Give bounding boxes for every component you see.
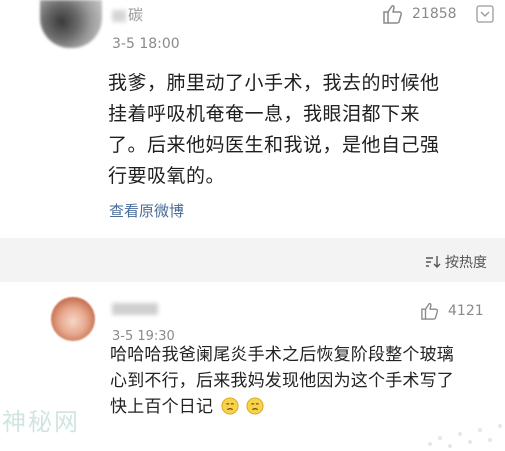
comment-line: 行要吸氧的。 [108,165,226,187]
decorative-corner-pattern [428,424,502,448]
comments-sort-bar: 按热度 [0,238,505,282]
watermark: 神秘网 [2,408,80,436]
comment-text: 我爹，肺里动了小手术，我去的时候他 挂着呼吸机奄奄一息，我眼泪都下来 了。后来他… [108,68,500,192]
comment-text: 哈哈哈我爸阑尾炎手术之后恢复阶段整个玻璃 心到不行，后来我妈发现他因为这个手术写… [110,342,502,420]
sort-label: 按热度 [445,255,487,271]
like-count: 21858 [412,6,457,22]
comment-line: 了。后来他妈医生和我说，是他自己强 [108,134,440,156]
like-button[interactable]: 4121 [420,302,484,320]
username[interactable]: 碳 [112,4,143,25]
comment-card-1: 碳 3-5 18:00 21858 我爹，肺里动了小手术，我去的时候他 挂着呼吸… [0,0,505,238]
comment-line: 挂着呼吸机奄奄一息，我眼泪都下来 [108,103,421,125]
blurred-name-part [112,9,126,22]
chevron-down-icon[interactable] [476,5,494,23]
comment-line: 哈哈哈我爸阑尾炎手术之后恢复阶段整个玻璃 [110,345,454,365]
sort-icon [426,256,441,268]
sweat-emoji-icon [221,397,239,415]
thumbs-up-icon [421,302,439,320]
sort-by-hot-button[interactable]: 按热度 [425,252,487,272]
sweat-emoji-icon [246,397,264,415]
view-original-link[interactable]: 查看原微博 [109,200,184,221]
username[interactable] [112,300,158,319]
avatar[interactable] [51,297,95,341]
comment-line: 我爹，肺里动了小手术，我去的时候他 [108,72,440,94]
comment-time: 3-5 18:00 [112,36,180,52]
thumbs-up-icon [383,5,402,24]
comment-line: 快上百个日记 [110,397,214,417]
comment-line: 心到不行，后来我妈发现他因为这个手术写了 [110,371,454,391]
blurred-name [112,303,158,315]
avatar[interactable] [40,0,102,48]
like-count: 4121 [448,303,484,319]
username-text[interactable]: 碳 [128,6,143,24]
like-button[interactable]: 21858 [382,4,457,24]
comment-line-with-emoji: 快上百个日记 [110,394,502,420]
